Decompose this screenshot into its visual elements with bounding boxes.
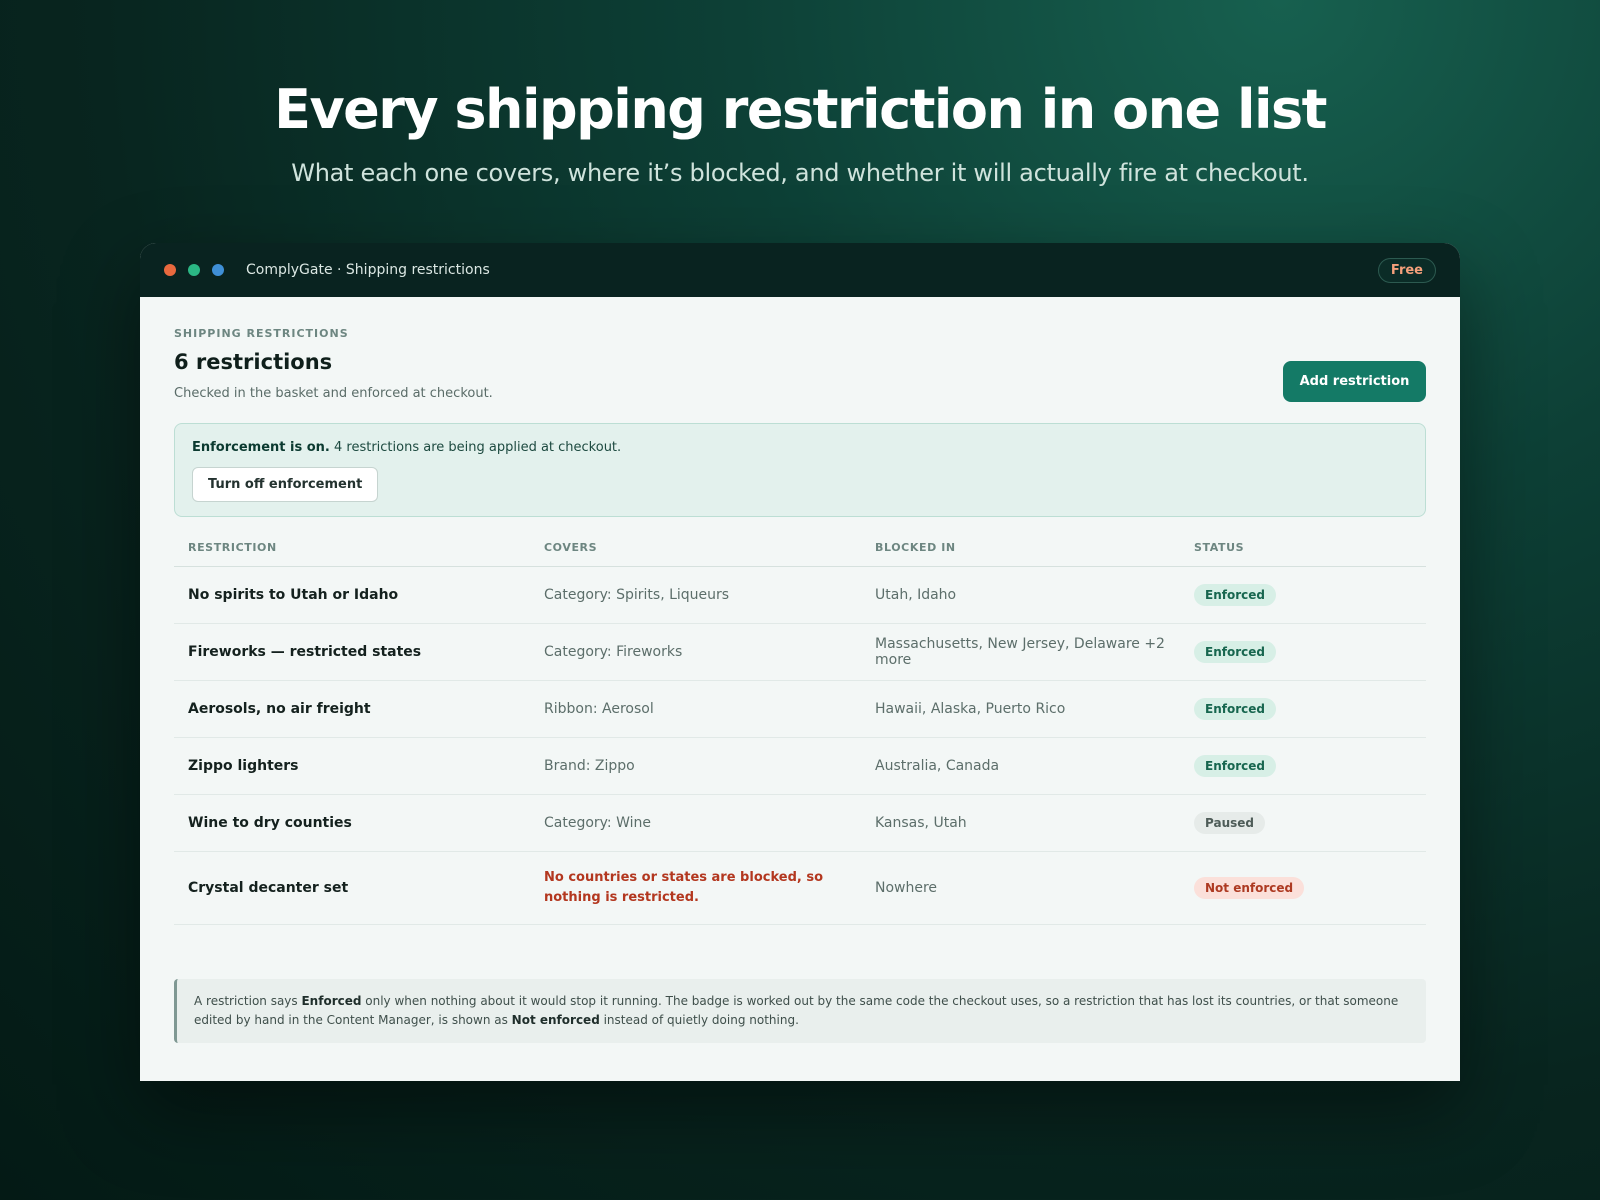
enforcement-status-strong: Enforcement is on.: [192, 440, 330, 455]
table-row[interactable]: Fireworks — restricted states Category: …: [174, 623, 1426, 681]
restriction-blocked-in: Massachusetts, New Jersey, Delaware +2 m…: [861, 623, 1180, 681]
hero-subtitle: What each one covers, where it’s blocked…: [291, 159, 1309, 187]
restriction-covers: Category: Wine: [530, 794, 861, 852]
restriction-status-cell: Paused: [1180, 794, 1426, 852]
restrictions-table: RESTRICTION COVERS BLOCKED IN STATUS No …: [174, 527, 1426, 925]
column-header-covers[interactable]: COVERS: [530, 527, 861, 567]
note-strong-not-enforced: Not enforced: [511, 1013, 600, 1027]
page-title: 6 restrictions: [174, 350, 333, 374]
restriction-status-cell: Enforced: [1180, 680, 1426, 738]
restriction-name[interactable]: Fireworks — restricted states: [174, 623, 530, 681]
page-eyebrow: SHIPPING RESTRICTIONS: [174, 327, 349, 340]
column-header-status[interactable]: STATUS: [1180, 527, 1426, 567]
minimize-window-dot[interactable]: [188, 264, 200, 276]
status-badge: Enforced: [1194, 698, 1276, 720]
status-badge: Enforced: [1194, 584, 1276, 606]
status-badge: Paused: [1194, 812, 1265, 834]
main-content: SHIPPING RESTRICTIONS 6 restrictions Che…: [140, 297, 1460, 1081]
restriction-status-cell: Enforced: [1180, 566, 1426, 624]
turn-off-enforcement-button[interactable]: Turn off enforcement: [192, 467, 379, 502]
status-badge: Enforced: [1194, 755, 1276, 777]
close-window-dot[interactable]: [164, 264, 176, 276]
enforcement-status-detail: 4 restrictions are being applied at chec…: [329, 440, 622, 455]
app-window: ComplyGate · Shipping restrictions Free …: [140, 243, 1460, 1081]
status-badge: Enforced: [1194, 641, 1276, 663]
restriction-covers-warning: No countries or states are blocked, so n…: [530, 851, 861, 925]
table-row[interactable]: Aerosols, no air freight Ribbon: Aerosol…: [174, 680, 1426, 738]
restriction-covers: Category: Fireworks: [530, 623, 861, 681]
note-text: A restriction says: [194, 994, 302, 1008]
restriction-covers: Ribbon: Aerosol: [530, 680, 861, 738]
status-badge: Not enforced: [1194, 877, 1305, 899]
note-strong-enforced: Enforced: [301, 994, 362, 1008]
enforcement-explanation-note: A restriction says Enforced only when no…: [174, 979, 1426, 1043]
column-header-blocked-in[interactable]: BLOCKED IN: [861, 527, 1180, 567]
restriction-covers: Brand: Zippo: [530, 737, 861, 795]
table-row[interactable]: Wine to dry counties Category: Wine Kans…: [174, 794, 1426, 852]
note-text: instead of quietly doing nothing.: [599, 1013, 799, 1027]
restriction-blocked-in: Hawaii, Alaska, Puerto Rico: [861, 680, 1180, 738]
restriction-blocked-in: Kansas, Utah: [861, 794, 1180, 852]
plan-badge: Free: [1377, 257, 1436, 283]
window-titlebar: ComplyGate · Shipping restrictions Free: [140, 243, 1460, 297]
restriction-blocked-in: Australia, Canada: [861, 737, 1180, 795]
page-subtitle: Checked in the basket and enforced at ch…: [174, 386, 493, 401]
add-restriction-button[interactable]: Add restriction: [1283, 361, 1426, 402]
restriction-blocked-in: Utah, Idaho: [861, 566, 1180, 624]
maximize-window-dot[interactable]: [212, 264, 224, 276]
enforcement-status-text: Enforcement is on. 4 restrictions are be…: [192, 440, 1408, 455]
restriction-blocked-in: Nowhere: [861, 851, 1180, 925]
window-title: ComplyGate · Shipping restrictions: [246, 262, 490, 278]
table-row[interactable]: No spirits to Utah or Idaho Category: Sp…: [174, 566, 1426, 624]
restriction-name[interactable]: Zippo lighters: [174, 737, 530, 795]
enforcement-banner: Enforcement is on. 4 restrictions are be…: [174, 423, 1426, 517]
hero-title: Every shipping restriction in one list: [274, 78, 1327, 141]
table-header-row: RESTRICTION COVERS BLOCKED IN STATUS: [174, 527, 1426, 567]
restriction-name[interactable]: No spirits to Utah or Idaho: [174, 566, 530, 624]
restriction-name[interactable]: Crystal decanter set: [174, 851, 530, 925]
table-row[interactable]: Zippo lighters Brand: Zippo Australia, C…: [174, 737, 1426, 795]
restriction-name[interactable]: Wine to dry counties: [174, 794, 530, 852]
restriction-covers: Category: Spirits, Liqueurs: [530, 566, 861, 624]
restriction-status-cell: Not enforced: [1180, 851, 1426, 925]
restriction-status-cell: Enforced: [1180, 623, 1426, 681]
table-row[interactable]: Crystal decanter set No countries or sta…: [174, 851, 1426, 925]
hero: Every shipping restriction in one list W…: [0, 75, 1600, 187]
column-header-restriction[interactable]: RESTRICTION: [174, 527, 530, 567]
restriction-name[interactable]: Aerosols, no air freight: [174, 680, 530, 738]
restriction-status-cell: Enforced: [1180, 737, 1426, 795]
